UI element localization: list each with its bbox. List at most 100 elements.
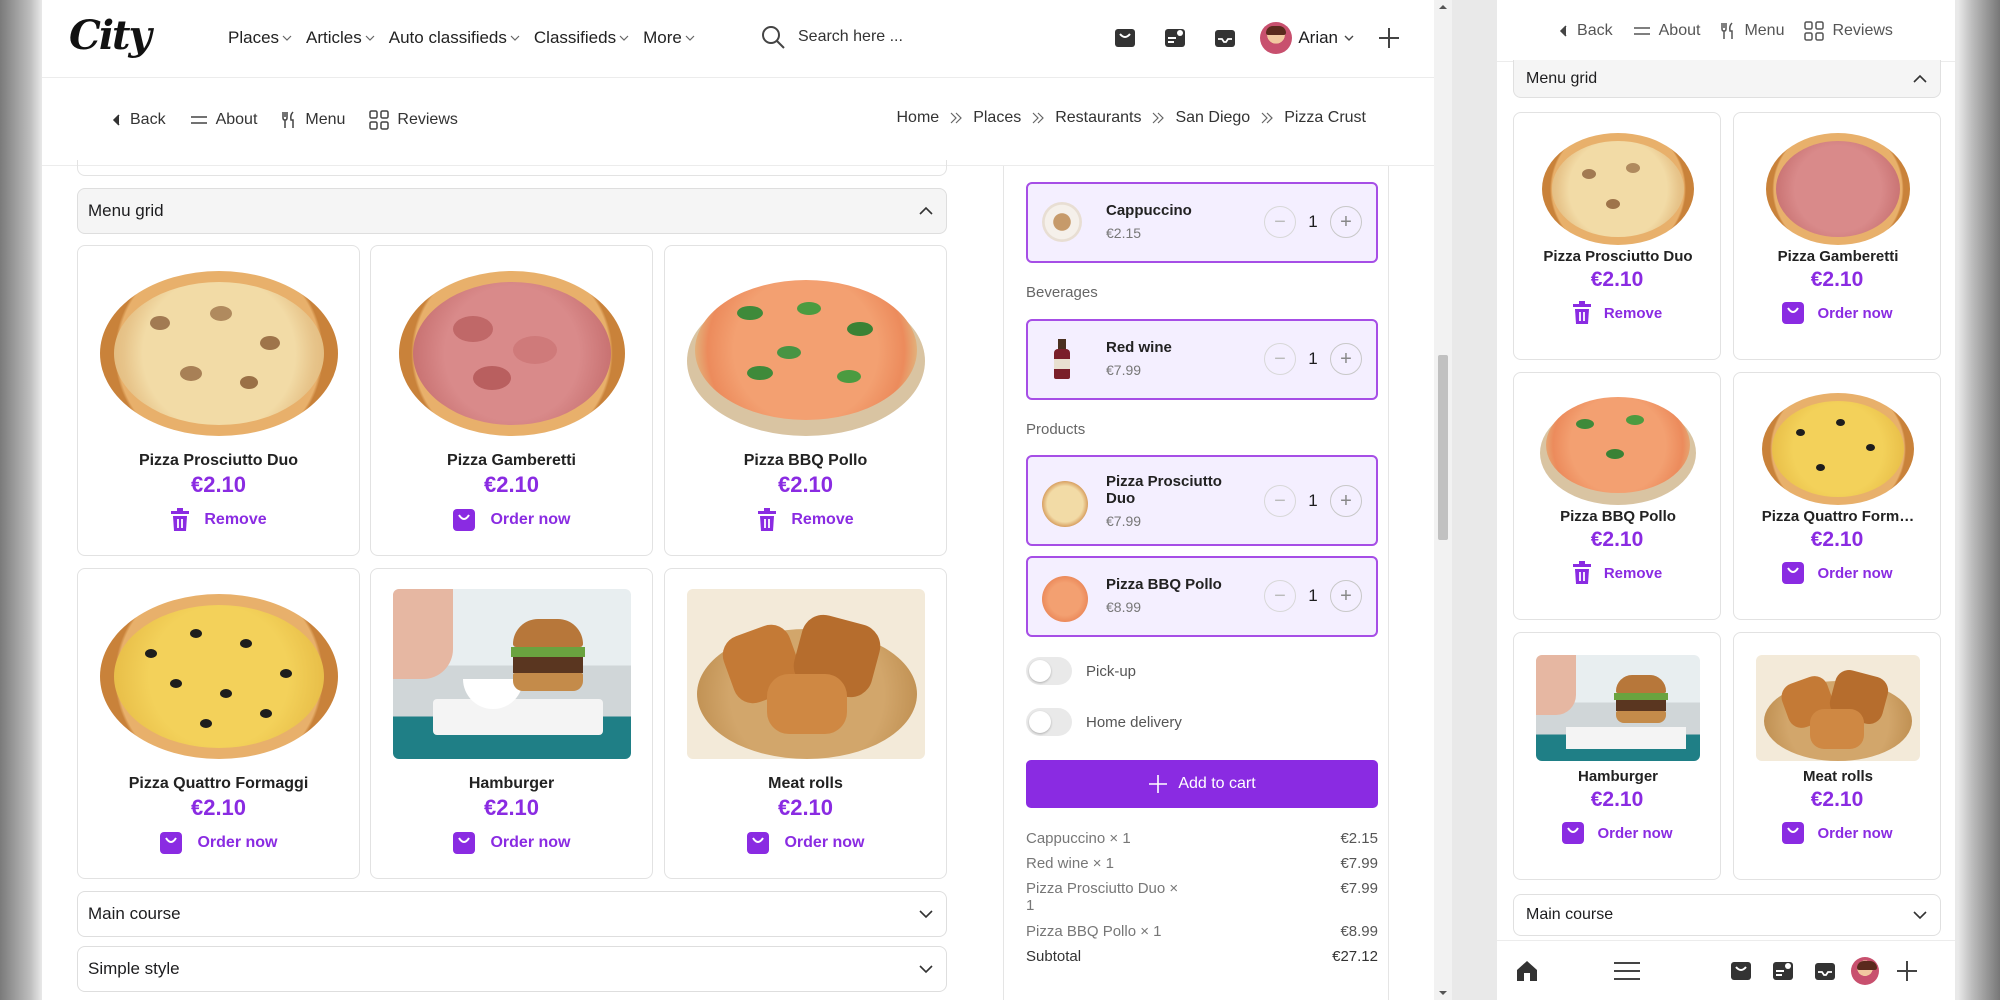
decrease-button[interactable]: − <box>1264 343 1296 375</box>
reviews-link[interactable]: Reviews <box>1804 20 1893 41</box>
summary-label: Pizza BBQ Pollo × 1 <box>1026 923 1162 940</box>
user-menu[interactable]: Arian <box>1260 22 1354 54</box>
nav-places[interactable]: Places <box>228 28 292 48</box>
site-logo[interactable]: City <box>69 12 152 59</box>
back-label: Back <box>130 111 166 128</box>
pickup-switch[interactable] <box>1026 657 1072 685</box>
order-now-button[interactable]: Order now <box>1734 821 1940 845</box>
delivery-switch[interactable] <box>1026 708 1072 736</box>
action-label: Order now <box>1597 824 1673 842</box>
decrease-button[interactable]: − <box>1264 485 1296 517</box>
order-item-price: €2.15 <box>1106 225 1142 241</box>
about-link[interactable]: About <box>1633 22 1700 40</box>
menu-grid-header[interactable]: Menu grid <box>77 188 947 234</box>
summary-value: €2.15 <box>1340 830 1378 847</box>
grid-icon <box>1804 20 1825 41</box>
quantity-stepper: − 1 + <box>1264 580 1362 612</box>
plus-icon[interactable] <box>1374 23 1404 53</box>
order-now-button[interactable]: Order now <box>1734 561 1940 585</box>
lines-icon <box>1633 26 1650 35</box>
search-input[interactable]: Search here ... <box>760 24 903 50</box>
menu-label: Menu <box>1744 21 1785 39</box>
breadcrumb-san-diego[interactable]: San Diego <box>1175 109 1250 127</box>
quantity-value: 1 <box>1308 349 1318 368</box>
double-chevron-right-icon <box>1032 112 1045 124</box>
add-listing-icon[interactable] <box>1769 957 1797 985</box>
avatar <box>1260 22 1293 54</box>
menu-link[interactable]: Menu <box>1720 22 1784 40</box>
avatar[interactable] <box>1851 956 1879 985</box>
menu-grid-title: Menu grid <box>88 201 164 220</box>
order-now-button[interactable]: Order now <box>1514 821 1720 845</box>
menu-card: Pizza Prosciutto Duo €2.10 Remove <box>77 245 360 556</box>
reviews-label: Reviews <box>397 111 458 128</box>
chevron-down-icon <box>365 35 375 41</box>
nav-auto-classifieds-label: Auto classifieds <box>388 28 507 47</box>
about-link[interactable]: About <box>190 110 257 130</box>
order-now-button[interactable]: Order now <box>371 831 652 855</box>
order-now-button[interactable]: Order now <box>665 831 946 855</box>
search-placeholder: Search here ... <box>798 28 903 45</box>
main-course-header[interactable]: Main course <box>1513 894 1941 936</box>
main-course-header[interactable]: Main course <box>77 891 947 937</box>
back-label: Back <box>1577 21 1613 39</box>
delivery-label: Home delivery <box>1086 713 1182 731</box>
breadcrumb-pizza-crust[interactable]: Pizza Crust <box>1284 109 1366 127</box>
menu-card: Pizza Quattro Form… €2.10 Order now <box>1733 372 1941 620</box>
order-now-button[interactable]: Order now <box>371 508 652 532</box>
inbox-icon[interactable] <box>1210 23 1240 53</box>
menu-item-price: €2.10 <box>777 472 834 497</box>
menu-item-name: Pizza BBQ Pollo <box>743 452 868 469</box>
scroll-up-icon[interactable] <box>1434 0 1452 14</box>
nav-auto-classifieds[interactable]: Auto classifieds <box>389 28 520 48</box>
remove-button[interactable]: Remove <box>1514 301 1720 325</box>
menu-link[interactable]: Menu <box>281 110 345 130</box>
nav-classifieds[interactable]: Classifieds <box>534 28 629 48</box>
home-icon[interactable] <box>1513 957 1541 985</box>
breadcrumb: Home Places Restaurants San Diego Pizza … <box>897 109 1367 127</box>
remove-button[interactable]: Remove <box>665 508 946 532</box>
increase-button[interactable]: + <box>1330 343 1362 375</box>
plus-icon[interactable] <box>1893 957 1921 985</box>
page-subnav: Back About Menu Reviews Home Places Rest… <box>42 78 1434 166</box>
scrollbar-thumb[interactable] <box>1438 355 1448 540</box>
nav-articles-label: Articles <box>306 28 362 47</box>
decrease-button[interactable]: − <box>1264 206 1296 238</box>
add-to-cart-button[interactable]: Add to cart <box>1026 760 1378 808</box>
simple-style-header[interactable]: Simple style <box>77 946 947 992</box>
breadcrumb-home[interactable]: Home <box>897 109 940 127</box>
beverages-group-label: Beverages <box>1026 284 1098 301</box>
order-now-button[interactable]: Order now <box>1734 301 1940 325</box>
nav-more[interactable]: More <box>643 28 695 48</box>
menu-grid-header[interactable]: Menu grid <box>1513 60 1941 98</box>
shopping-bag-icon[interactable] <box>1727 957 1755 985</box>
increase-button[interactable]: + <box>1330 485 1362 517</box>
remove-button[interactable]: Remove <box>1514 561 1720 585</box>
summary-row: Red wine × 1 €7.99 <box>1026 855 1378 872</box>
breadcrumb-places[interactable]: Places <box>973 109 1021 127</box>
delivery-toggle[interactable]: Home delivery <box>1026 708 1182 736</box>
remove-button[interactable]: Remove <box>78 508 359 532</box>
shopping-bag-icon[interactable] <box>1110 23 1140 53</box>
decrease-button[interactable]: − <box>1264 580 1296 612</box>
hamburger-menu-icon[interactable] <box>1613 957 1641 985</box>
menu-item-price: €2.10 <box>483 795 540 820</box>
back-button[interactable]: Back <box>112 110 166 130</box>
reviews-link[interactable]: Reviews <box>369 110 458 130</box>
summary-label: Red wine × 1 <box>1026 855 1114 872</box>
shopping-bag-icon <box>453 509 476 531</box>
add-listing-icon[interactable] <box>1160 23 1190 53</box>
increase-button[interactable]: + <box>1330 206 1362 238</box>
scrollbar[interactable] <box>1434 0 1452 1000</box>
scroll-down-icon[interactable] <box>1434 986 1452 1000</box>
breadcrumb-restaurants[interactable]: Restaurants <box>1055 109 1141 127</box>
menu-card: Hamburger €2.10 Order now <box>1513 632 1721 880</box>
pickup-toggle[interactable]: Pick-up <box>1026 657 1136 685</box>
shopping-bag-icon <box>1782 302 1805 324</box>
back-button[interactable]: Back <box>1559 22 1613 40</box>
order-now-button[interactable]: Order now <box>78 831 359 855</box>
increase-button[interactable]: + <box>1330 580 1362 612</box>
menu-card: Pizza BBQ Pollo €2.10 Remove <box>664 245 947 556</box>
nav-articles[interactable]: Articles <box>306 28 375 48</box>
inbox-icon[interactable] <box>1811 957 1839 985</box>
